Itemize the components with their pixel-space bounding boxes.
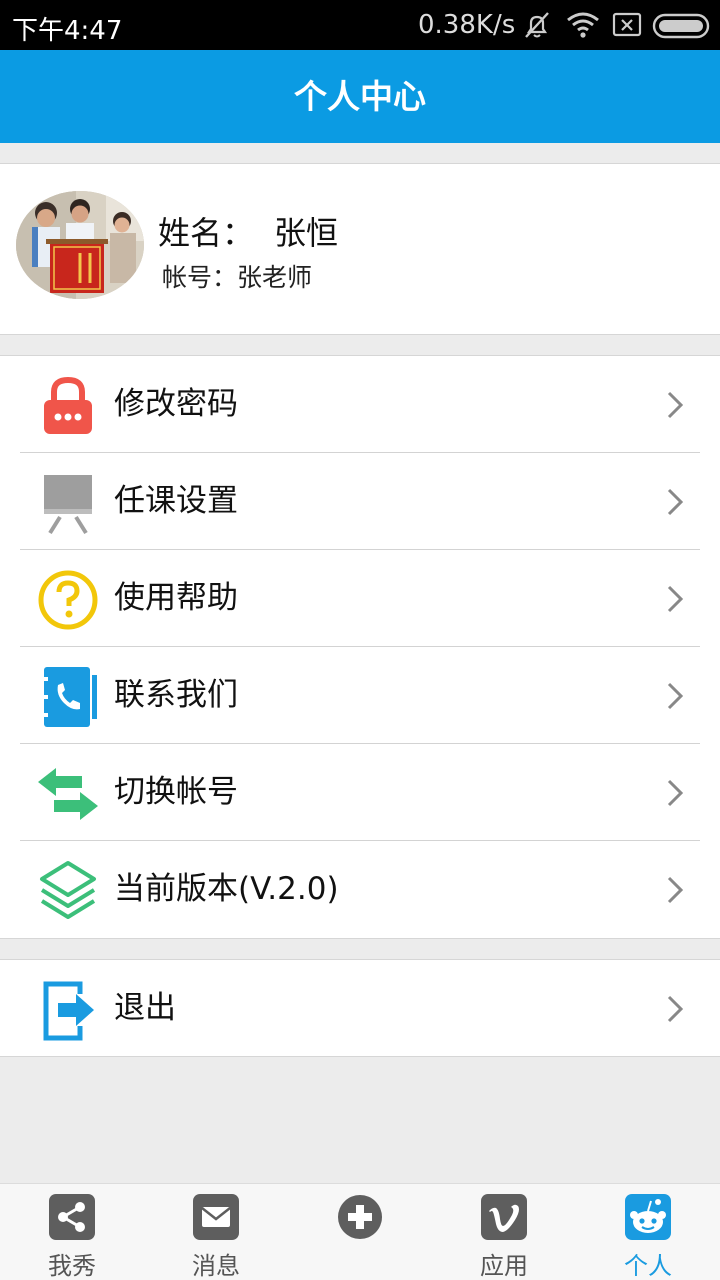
settings-menu: 修改密码 任课设置 使用帮助 联系我们 切换帐号 当前版本(V.2.0)	[0, 355, 720, 939]
menu-item-switch-account[interactable]: 切换帐号	[0, 744, 720, 841]
menu-item-label: 退出	[114, 990, 176, 1026]
contact-book-icon	[40, 667, 97, 727]
name-label: 姓名：	[158, 214, 255, 252]
lock-icon	[44, 376, 92, 434]
wifi-icon	[567, 12, 599, 38]
profile-name-row: 姓名： 张恒	[158, 208, 338, 254]
app-header: 个人中心	[0, 50, 720, 143]
status-bar: 下午4:47 0.38K/s	[0, 0, 720, 50]
envelope-icon	[193, 1194, 239, 1240]
menu-item-contact-us[interactable]: 联系我们	[0, 647, 720, 744]
menu-item-logout[interactable]: 退出	[0, 960, 720, 1057]
mute-bell-icon	[525, 12, 549, 38]
plus-circle-icon	[338, 1195, 382, 1239]
page-title: 个人中心	[294, 77, 426, 116]
account-text: 帐号：张老师	[162, 263, 313, 292]
chevron-right-icon	[667, 488, 684, 516]
avatar-photo	[16, 191, 144, 299]
menu-item-change-password[interactable]: 修改密码	[0, 356, 720, 453]
menu-item-label: 联系我们	[114, 677, 238, 713]
logout-group: 退出	[0, 959, 720, 1057]
tab-label: 个人	[624, 1252, 672, 1280]
bottom-nav: 我秀 消息 应用 个人	[0, 1183, 720, 1280]
vimeo-icon	[481, 1194, 527, 1240]
chevron-right-icon	[667, 585, 684, 613]
chevron-right-icon	[667, 995, 684, 1023]
sim-x-icon	[612, 12, 642, 37]
menu-item-help[interactable]: 使用帮助	[0, 550, 720, 647]
menu-item-label: 当前版本(V.2.0)	[114, 871, 339, 907]
chevron-right-icon	[667, 779, 684, 807]
chevron-right-icon	[667, 391, 684, 419]
chevron-right-icon	[667, 682, 684, 710]
layers-icon	[40, 861, 96, 919]
help-circle-icon	[38, 570, 98, 630]
chevron-right-icon	[667, 876, 684, 904]
share-icon	[49, 1194, 95, 1240]
status-time: 下午4:47	[12, 16, 123, 46]
exit-icon	[43, 981, 94, 1041]
profile-card[interactable]: 姓名： 张恒 帐号：张老师	[0, 163, 720, 335]
tab-apps[interactable]: 应用	[432, 1184, 576, 1280]
battery-icon	[652, 13, 710, 39]
tab-label: 消息	[192, 1252, 240, 1280]
tab-add[interactable]	[288, 1184, 432, 1280]
easel-icon	[44, 475, 92, 535]
menu-item-label: 任课设置	[114, 483, 238, 519]
name-value: 张恒	[274, 214, 339, 252]
robot-face-icon	[625, 1194, 671, 1240]
tab-woxiu[interactable]: 我秀	[0, 1184, 144, 1280]
menu-item-label: 使用帮助	[114, 580, 238, 616]
avatar[interactable]	[16, 191, 144, 299]
menu-item-version[interactable]: 当前版本(V.2.0)	[0, 841, 720, 938]
switch-arrows-icon	[38, 768, 98, 820]
tab-label: 我秀	[48, 1252, 96, 1280]
tab-label: 应用	[480, 1252, 528, 1280]
network-speed: 0.38K/s	[418, 10, 516, 40]
menu-item-course-settings[interactable]: 任课设置	[0, 453, 720, 550]
tab-personal[interactable]: 个人	[576, 1184, 720, 1280]
tab-messages[interactable]: 消息	[144, 1184, 288, 1280]
menu-item-label: 切换帐号	[114, 774, 238, 810]
menu-item-label: 修改密码	[114, 386, 238, 422]
